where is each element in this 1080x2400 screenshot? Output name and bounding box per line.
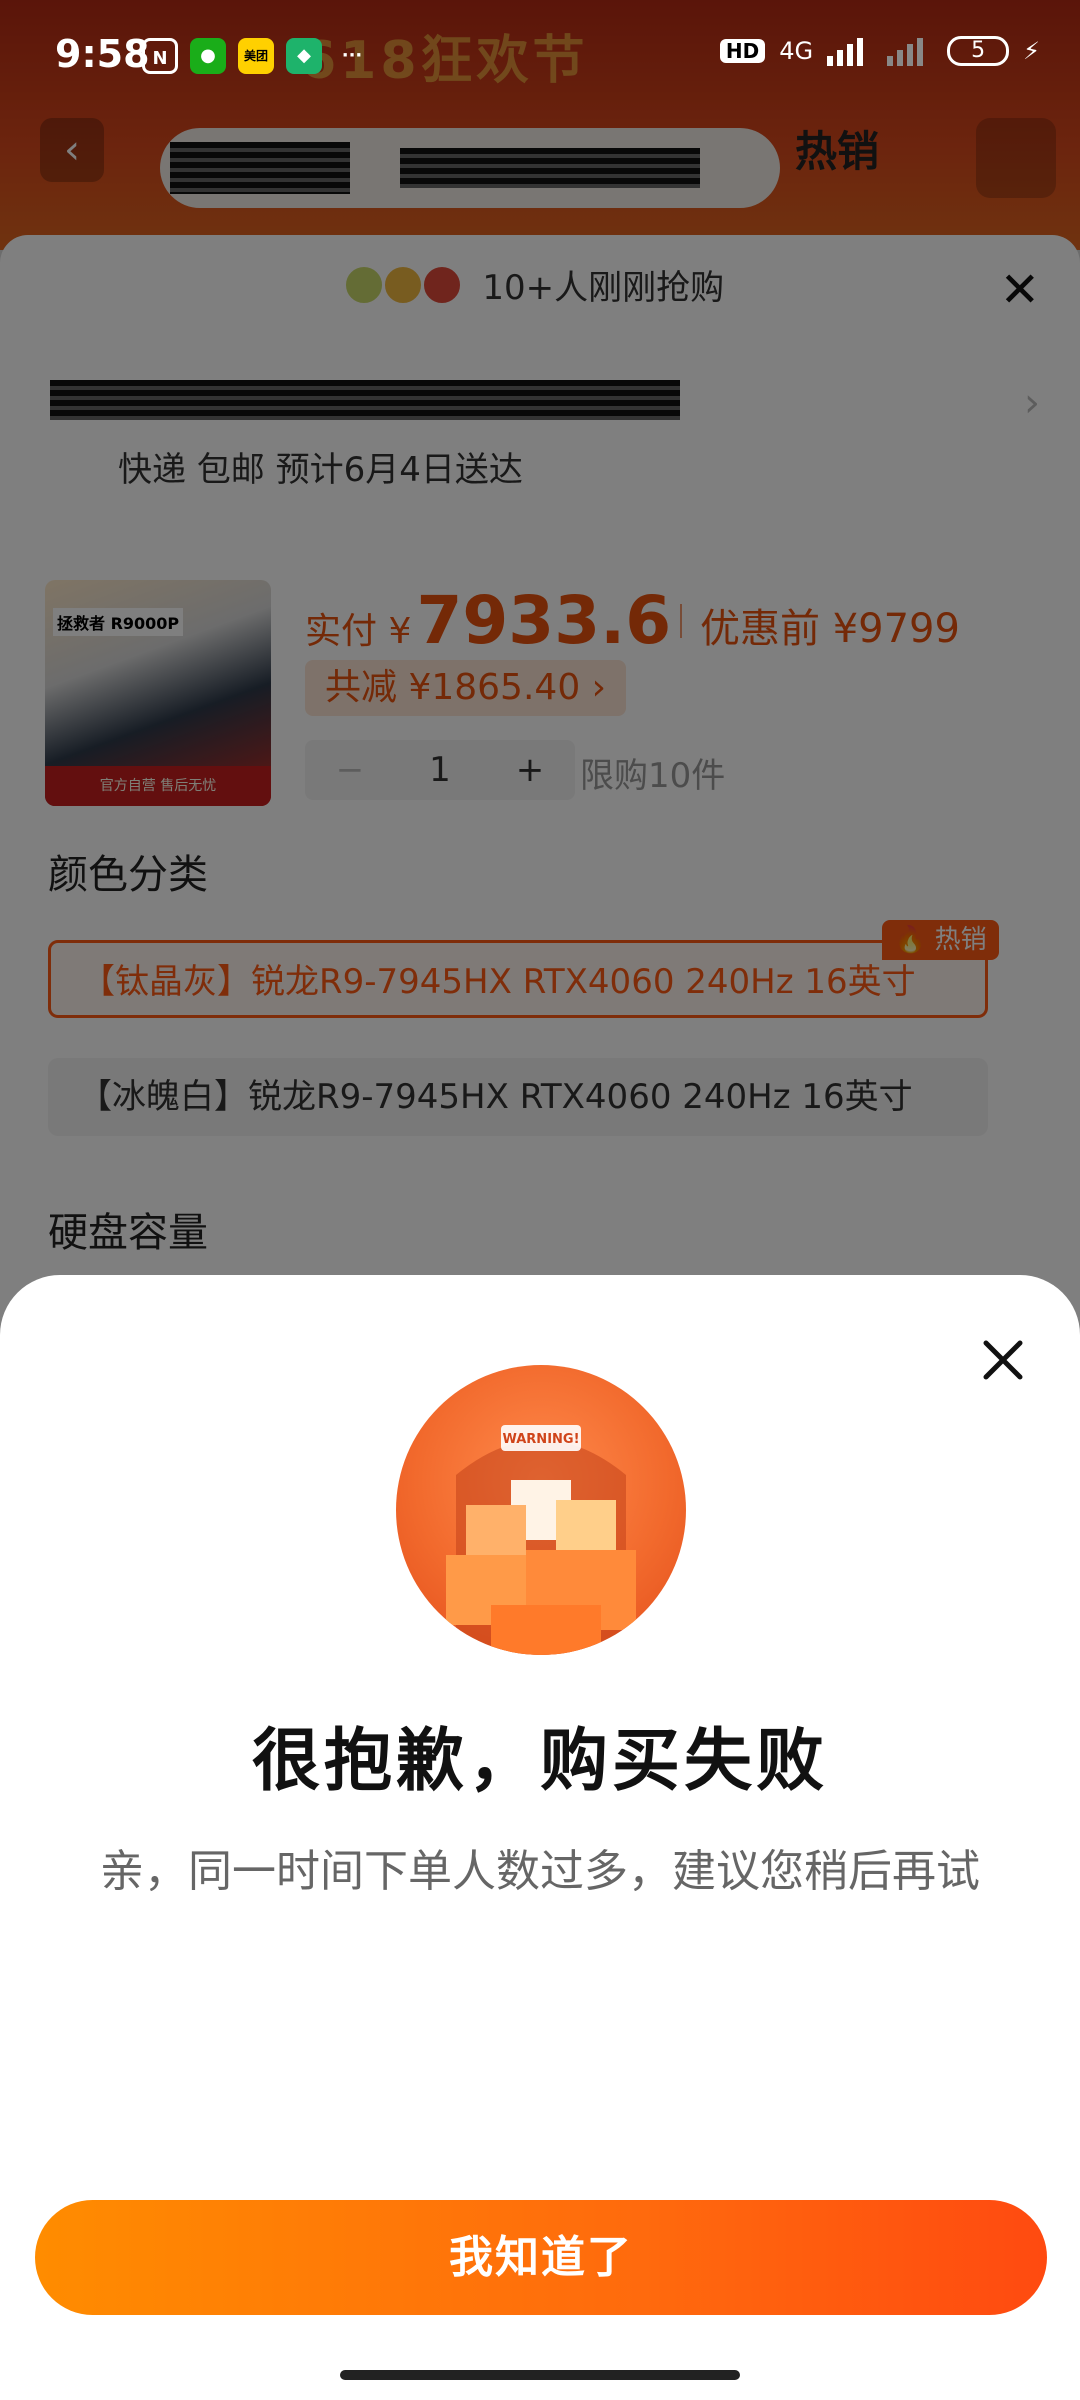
home-indicator[interactable] xyxy=(340,2370,740,2380)
charging-icon: ⚡ xyxy=(1023,37,1040,65)
clock: 9:58 xyxy=(55,32,150,76)
boxes-icon: WARNING! xyxy=(446,1425,636,1655)
signal-icon xyxy=(887,38,924,66)
meituan-icon: 美团 xyxy=(238,38,274,74)
shield-icon: ◆ xyxy=(286,38,322,74)
dialog-title: 很抱歉，购买失败 xyxy=(251,1722,828,1801)
network-type: 4G xyxy=(779,37,814,65)
close-icon[interactable] xyxy=(978,1335,1028,1385)
purchase-failed-dialog: WARNING! 很抱歉，购买失败 亲，同一时间下单人数过多，建议您稍后再试 我… xyxy=(0,1275,1080,2400)
dialog-message: 亲，同一时间下单人数过多，建议您稍后再试 xyxy=(100,1846,980,1897)
confirm-button[interactable]: 我知道了 xyxy=(35,2200,1047,2315)
more-icon: ··· xyxy=(341,45,363,66)
notification-icons: N ● 美团 ◆ ··· xyxy=(142,38,370,74)
system-icons: HD 4G 5 ⚡ xyxy=(719,36,1040,66)
signal-icon xyxy=(827,38,864,66)
status-bar: 9:58 N ● 美团 ◆ ··· HD 4G 5 ⚡ xyxy=(0,0,1080,110)
hd-icon: HD xyxy=(719,39,766,63)
warning-illustration: WARNING! xyxy=(396,1365,686,1655)
wechat-icon: ● xyxy=(190,38,226,74)
warning-sign-text: WARNING! xyxy=(502,1432,579,1447)
battery-icon: 5 xyxy=(947,36,1010,66)
nfc-icon: N xyxy=(142,38,178,74)
